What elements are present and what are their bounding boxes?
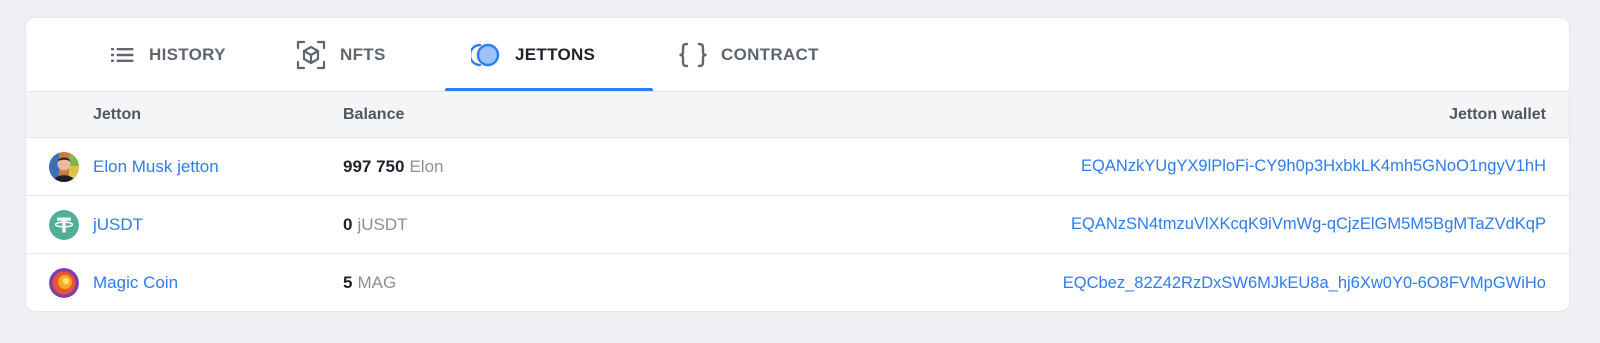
balance-symbol: MAG xyxy=(357,273,397,292)
table-row: jUSDT 0 jUSDT EQANzSN4tmzuVlXKcqK9iVmWg-q… xyxy=(26,196,1569,254)
tether-avatar xyxy=(49,210,79,240)
header-jetton: Jetton xyxy=(93,105,141,123)
jetton-wallet-link[interactable]: EQANzSN4tmzuVlXKcqK9iVmWg-qCjzElGM5M5BgM… xyxy=(1071,215,1546,234)
tab-jettons[interactable]: JETTONS xyxy=(445,18,653,91)
jettons-card: HISTORY NFTS JETTONS CONTRACT Jetton Bal… xyxy=(25,17,1570,312)
table-row: Magic Coin 5 MAG EQCbez_82Z42RzDxSW6MJkEU… xyxy=(26,254,1569,311)
tab-contract[interactable]: CONTRACT xyxy=(653,18,853,91)
tab-history[interactable]: HISTORY xyxy=(85,18,270,91)
jetton-wallet-link[interactable]: EQANzkYUgYX9lPloFi-CY9h0p3HxbkLK4mh5GNoO… xyxy=(1081,157,1546,176)
tab-contract-label: CONTRACT xyxy=(721,44,819,64)
jetton-name-link[interactable]: jUSDT xyxy=(93,215,143,235)
cube-icon xyxy=(296,40,326,70)
magic-coin-avatar xyxy=(49,268,79,298)
table-header: Jetton Balance Jetton wallet xyxy=(26,91,1569,138)
table-row: Elon Musk jetton 997 750 Elon EQANzkYUgYX… xyxy=(26,138,1569,196)
coin-icon xyxy=(471,42,501,68)
jetton-balance: 5 MAG xyxy=(343,273,396,293)
header-jetton-wallet: Jetton wallet xyxy=(1449,105,1546,123)
tab-bar: HISTORY NFTS JETTONS CONTRACT xyxy=(26,18,1569,91)
jetton-name-link[interactable]: Elon Musk jetton xyxy=(93,157,219,177)
jetton-balance: 997 750 Elon xyxy=(343,157,443,177)
jetton-name-link[interactable]: Magic Coin xyxy=(93,273,178,293)
balance-symbol: jUSDT xyxy=(357,214,408,234)
braces-icon xyxy=(679,42,707,68)
jetton-wallet-link[interactable]: EQCbez_82Z42RzDxSW6MJkEU8a_hj6Xw0Y0-6O8F… xyxy=(1063,274,1546,293)
list-icon xyxy=(111,46,135,64)
jetton-balance: 0 jUSDT xyxy=(343,215,408,235)
balance-amount: 0 xyxy=(343,214,353,234)
elon-avatar xyxy=(49,152,79,182)
header-balance: Balance xyxy=(343,105,405,123)
tab-nfts[interactable]: NFTS xyxy=(270,18,445,91)
tab-history-label: HISTORY xyxy=(149,44,226,64)
balance-symbol: Elon xyxy=(409,156,444,176)
balance-amount: 997 750 xyxy=(343,156,405,176)
tab-jettons-label: JETTONS xyxy=(515,44,596,64)
tab-nfts-label: NFTS xyxy=(340,44,386,64)
balance-amount: 5 xyxy=(343,273,353,292)
